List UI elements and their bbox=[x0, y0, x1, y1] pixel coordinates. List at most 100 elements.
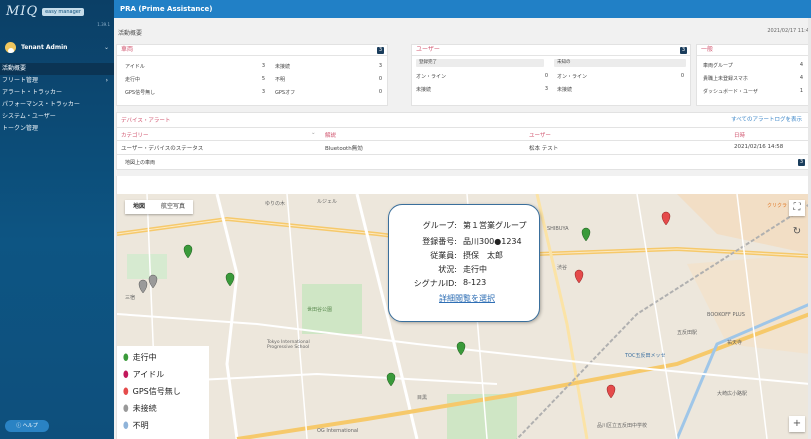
tenant-name: Tenant Admin bbox=[21, 43, 68, 51]
logo-badge: easy manager bbox=[42, 7, 84, 16]
sidebar-item-activity-overview[interactable]: 活動概要 bbox=[0, 63, 114, 75]
table-cell: 松本 テスト bbox=[529, 146, 559, 152]
stat-value: 0 bbox=[680, 73, 684, 79]
legend-label: アイドル bbox=[132, 370, 165, 379]
sidebar-item-label: トークン管理 bbox=[2, 125, 39, 132]
user-group-pill: 登録完了 bbox=[416, 59, 544, 67]
column-header-category[interactable]: カテゴリー bbox=[121, 131, 149, 139]
popup-label-plate: 登録番号: bbox=[422, 237, 457, 246]
stat-value: 3 bbox=[261, 63, 265, 69]
user-group-pill: 未知の bbox=[554, 59, 686, 67]
marker-pin-icon: ⬮ bbox=[123, 403, 129, 414]
map-place-label: 世田谷公園 bbox=[307, 307, 333, 313]
stat-value: 3 bbox=[378, 63, 382, 69]
sidebar: MIQ easy manager 1.39.1 Tenant Admin ⌄ 活… bbox=[0, 0, 114, 439]
all-alert-logs-link[interactable]: すべてのアラートログを表示 bbox=[731, 115, 802, 123]
map-section-title: 地図上の車両 bbox=[125, 160, 156, 166]
count-badge: 3 bbox=[680, 47, 687, 54]
users-panel: ユーザー 3 登録完了 未知の オン・ライン 0 オン・ライン 0 未接続 3 未… bbox=[411, 44, 691, 106]
map-place-label: クリクラ bbox=[767, 203, 788, 209]
chevron-right-icon: › bbox=[105, 77, 108, 84]
sidebar-item-label: フリート管理 bbox=[2, 77, 39, 84]
user-avatar-icon bbox=[5, 41, 16, 53]
table-cell: Bluetooth無効 bbox=[325, 146, 363, 152]
map-place-label: 品川区立五反田中学校 bbox=[597, 423, 648, 429]
page-header-title: PRA (Prime Assistance) bbox=[120, 5, 213, 13]
marker-pin-icon: ⬮ bbox=[123, 386, 129, 397]
panel-title: 一般 bbox=[701, 46, 714, 53]
sidebar-item-fleet-management[interactable]: フリート管理 › bbox=[0, 75, 114, 87]
sidebar-item-label: システム・ユーザー bbox=[2, 113, 56, 120]
panel-header: ユーザー 3 bbox=[412, 45, 690, 56]
fullscreen-icon[interactable]: ⛶ bbox=[789, 200, 805, 216]
popup-label-status: 状況: bbox=[438, 265, 457, 274]
map-place-label: SHIBUYA bbox=[547, 226, 569, 232]
map-place-label: 渋谷 bbox=[557, 265, 568, 271]
popup-label-group: グループ: bbox=[422, 221, 457, 230]
popup-value-employee: 摂保 太郎 bbox=[463, 251, 503, 260]
stat-value: 0 bbox=[544, 73, 548, 79]
map-type-toggle: 地図 航空写真 bbox=[125, 200, 194, 214]
rotate-icon[interactable]: ↻ bbox=[789, 224, 805, 240]
stat-value: 0 bbox=[378, 89, 382, 95]
map-place-label: OG International bbox=[317, 428, 359, 434]
marker-pin-icon: ⬮ bbox=[123, 420, 129, 431]
view-details-link[interactable]: 詳細閲覧を選択 bbox=[439, 293, 495, 304]
sidebar-item-alert-tracker[interactable]: アラート・トラッカー bbox=[0, 87, 114, 99]
column-header-user[interactable]: ユーザー bbox=[529, 131, 551, 139]
marker-pin-icon: ⬮ bbox=[123, 352, 129, 363]
panel-title: デバイス・アラート bbox=[121, 118, 171, 124]
stat-label: 車両グループ bbox=[703, 63, 733, 69]
stat-value: 4 bbox=[799, 75, 803, 81]
stat-label: 貴職上未登録スマホ bbox=[703, 76, 748, 82]
stat-label: ダッシュボード・ユーザ bbox=[703, 89, 758, 95]
map-place-label: 大崎広小路駅 bbox=[717, 391, 748, 397]
tenant-menu[interactable]: Tenant Admin ⌄ bbox=[5, 40, 109, 54]
legend-item-idle: ⬮ アイドル bbox=[123, 369, 164, 380]
stat-label: 走行中 bbox=[125, 77, 141, 83]
panel-title: 車両 bbox=[121, 46, 134, 53]
stat-value: 3 bbox=[544, 86, 548, 92]
divider bbox=[117, 140, 808, 141]
stat-value: 4 bbox=[799, 62, 803, 68]
legend-label: 走行中 bbox=[132, 353, 157, 362]
map-panel: 地図 航空写真 ゆりの木 ルジェル 三宿 SHIBUYA 渋谷 目黒 世田谷公園… bbox=[116, 176, 810, 439]
popup-value-plate: 品川300●1234 bbox=[463, 237, 522, 246]
zoom-in-button[interactable]: + bbox=[789, 416, 805, 432]
sidebar-nav: 活動概要 フリート管理 › アラート・トラッカー パフォーマンス・トラッカー シス… bbox=[0, 63, 114, 135]
sidebar-item-performance-tracker[interactable]: パフォーマンス・トラッカー bbox=[0, 99, 114, 111]
sidebar-item-system-users[interactable]: システム・ユーザー bbox=[0, 111, 114, 123]
device-alerts-panel: デバイス・アラート すべてのアラートログを表示 カテゴリー ⌄ 解説 ユーザー … bbox=[116, 112, 809, 170]
stat-label: 未接続 bbox=[557, 87, 573, 93]
stat-label: 未接続 bbox=[275, 64, 291, 70]
map-place-label: TOC五反田メッセ bbox=[625, 353, 666, 359]
help-button[interactable]: ⓘ ヘルプ bbox=[5, 420, 49, 432]
map-place-label: ルジェル bbox=[317, 199, 338, 205]
column-header-description[interactable]: 解説 bbox=[325, 131, 336, 139]
stat-label: 不明 bbox=[275, 77, 286, 83]
current-datetime: 2021/02/17 11:4 bbox=[767, 28, 809, 34]
table-cell: ユーザー・デバイスのステータス bbox=[121, 146, 204, 152]
table-cell: 2021/02/16 14:58 bbox=[734, 144, 784, 150]
sidebar-item-label: アラート・トラッカー bbox=[2, 89, 63, 96]
main-content: 活動概要 2021/02/17 11:4 車両 3 アイドル 3 未接続 3 走行… bbox=[114, 18, 811, 439]
legend-item-gps-lost: ⬮ GPS信号無し bbox=[123, 386, 181, 397]
legend-item-moving: ⬮ 走行中 bbox=[123, 352, 157, 363]
map-count-badge: 3 bbox=[798, 159, 805, 166]
vehicle-map[interactable]: 地図 航空写真 ゆりの木 ルジェル 三宿 SHIBUYA 渋谷 目黒 世田谷公園… bbox=[117, 194, 810, 439]
help-label: ヘルプ bbox=[22, 423, 38, 429]
column-header-datetime[interactable]: 日時 bbox=[734, 131, 745, 139]
map-type-satellite[interactable]: 航空写真 bbox=[153, 200, 193, 214]
map-type-map[interactable]: 地図 bbox=[125, 200, 153, 214]
map-place-label: BOOKOFF PLUS bbox=[707, 312, 745, 318]
map-legend: ⬮ 走行中 ⬮ アイドル ⬮ GPS信号無し ⬮ 未接続 ⬮ 不明 bbox=[117, 346, 209, 439]
panel-title: ユーザー bbox=[416, 46, 440, 53]
map-place-label: 祐天寺 bbox=[727, 340, 743, 346]
sidebar-item-token-management[interactable]: トークン管理 bbox=[0, 123, 114, 135]
logo-text: MIQ bbox=[6, 4, 39, 19]
count-badge: 3 bbox=[377, 47, 384, 54]
sort-icon[interactable]: ⌄ bbox=[311, 130, 316, 136]
panel-header: 車両 3 bbox=[117, 45, 387, 56]
sidebar-item-label: 活動概要 bbox=[2, 65, 27, 72]
help-circle-icon: ⓘ bbox=[16, 423, 23, 429]
